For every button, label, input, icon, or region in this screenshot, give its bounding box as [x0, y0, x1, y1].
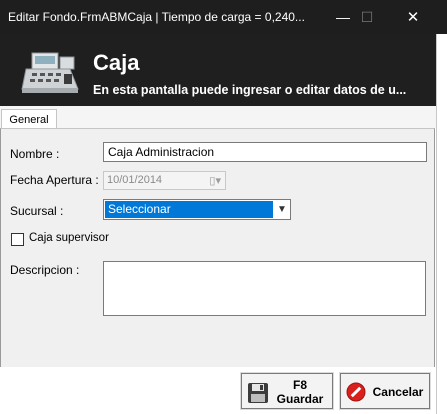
button-bar: F8 Guardar Cancelar: [0, 367, 436, 414]
guardar-button[interactable]: F8 Guardar: [240, 372, 334, 410]
maximize-button[interactable]: ☐: [347, 0, 387, 34]
cancelar-label: Cancelar: [372, 385, 424, 399]
fecha-apertura-picker[interactable]: 10/01/2014 ▯▾: [103, 171, 226, 190]
caja-supervisor-label[interactable]: Caja supervisor: [29, 232, 109, 244]
cancelar-button[interactable]: Cancelar: [339, 372, 431, 410]
tab-strip: General: [0, 106, 436, 129]
sucursal-label: Sucursal :: [10, 204, 64, 218]
guardar-shortcut: F8: [292, 378, 307, 392]
general-panel: Nombre : Caja Administracion Fecha Apert…: [0, 128, 435, 368]
save-icon: [248, 383, 268, 403]
page-subtitle: En esta pantalla puede ingresar o editar…: [93, 83, 407, 97]
sucursal-select[interactable]: Seleccionar ▼: [103, 199, 291, 220]
nombre-label: Nombre :: [10, 147, 60, 161]
descripcion-textarea[interactable]: [103, 261, 426, 316]
sucursal-selected-value: Seleccionar: [105, 201, 273, 218]
window-title: Editar Fondo.FrmABMCaja | Tiempo de carg…: [8, 10, 305, 24]
caja-supervisor-checkbox[interactable]: [11, 233, 24, 246]
close-button[interactable]: ✕: [393, 0, 433, 34]
cash-register-icon: [21, 52, 79, 93]
page-title: Caja: [93, 50, 140, 75]
window-edge: [436, 34, 447, 414]
header-banner: Caja En esta pantalla puede ingresar o e…: [0, 34, 436, 106]
fecha-apertura-value: 10/01/2014: [107, 174, 163, 186]
calendar-dropdown-icon[interactable]: ▯▾: [209, 174, 221, 187]
title-bar: Editar Fondo.FrmABMCaja | Tiempo de carg…: [0, 0, 447, 34]
chevron-down-icon[interactable]: ▼: [274, 200, 290, 219]
cancel-icon: [346, 382, 366, 402]
tab-general[interactable]: General: [1, 109, 57, 129]
nombre-input[interactable]: Caja Administracion: [103, 142, 427, 162]
descripcion-label: Descripcion :: [10, 263, 80, 277]
guardar-label: Guardar: [276, 392, 324, 406]
fecha-apertura-label: Fecha Apertura :: [10, 173, 99, 187]
